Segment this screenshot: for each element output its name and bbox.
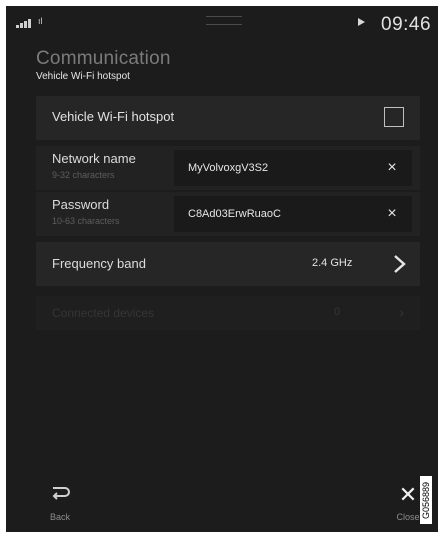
- clear-icon[interactable]: ×: [384, 206, 400, 222]
- status-indicator: ıl: [38, 16, 43, 26]
- password-field[interactable]: C8Ad03ErwRuaoC ×: [174, 196, 412, 232]
- network-name-hint: 9-32 characters: [52, 170, 115, 180]
- chevron-right-icon: ›: [399, 304, 404, 320]
- wifi-hotspot-toggle-row[interactable]: Vehicle Wi-Fi hotspot: [36, 96, 420, 140]
- connected-devices-count: 0: [334, 306, 341, 318]
- password-row: Password 10-63 characters C8Ad03ErwRuaoC…: [36, 192, 420, 236]
- section-title: Communication: [36, 48, 171, 69]
- back-icon: [52, 487, 70, 500]
- network-name-value: MyVolvoxgV3S2: [188, 162, 269, 174]
- frequency-band-value: 2.4 GHz: [312, 257, 353, 269]
- frequency-band-label: Frequency band: [52, 256, 146, 271]
- gps-arrow-icon: [358, 18, 365, 26]
- signal-icon: [16, 18, 36, 28]
- status-bar: ıl 09:46: [6, 6, 438, 36]
- password-hint: 10-63 characters: [52, 216, 120, 226]
- password-value: C8Ad03ErwRuaoC: [188, 208, 281, 220]
- pull-down-handle[interactable]: [206, 16, 242, 25]
- close-icon: ✕: [398, 482, 418, 507]
- chevron-right-icon: [394, 255, 406, 273]
- infotainment-screen: ıl 09:46 Communication Vehicle Wi-Fi hot…: [6, 6, 438, 532]
- back-button[interactable]: Back: [40, 484, 80, 524]
- frequency-band-row[interactable]: Frequency band 2.4 GHz: [36, 242, 420, 286]
- password-label: Password: [52, 197, 110, 212]
- network-name-field[interactable]: MyVolvoxgV3S2 ×: [174, 150, 412, 186]
- clear-icon[interactable]: ×: [384, 160, 400, 176]
- back-label: Back: [49, 512, 70, 522]
- clock: 09:46: [381, 14, 432, 35]
- connected-devices-label: Connected devices: [52, 306, 155, 320]
- wifi-hotspot-label: Vehicle Wi-Fi hotspot: [52, 109, 175, 124]
- network-name-row: Network name 9-32 characters MyVolvoxgV3…: [36, 146, 420, 190]
- page-title: Vehicle Wi-Fi hotspot: [36, 71, 130, 82]
- figure-code: G056889: [420, 476, 432, 524]
- network-name-label: Network name: [52, 151, 136, 166]
- wifi-hotspot-checkbox[interactable]: [384, 107, 404, 127]
- connected-devices-row: Connected devices 0 ›: [36, 296, 420, 330]
